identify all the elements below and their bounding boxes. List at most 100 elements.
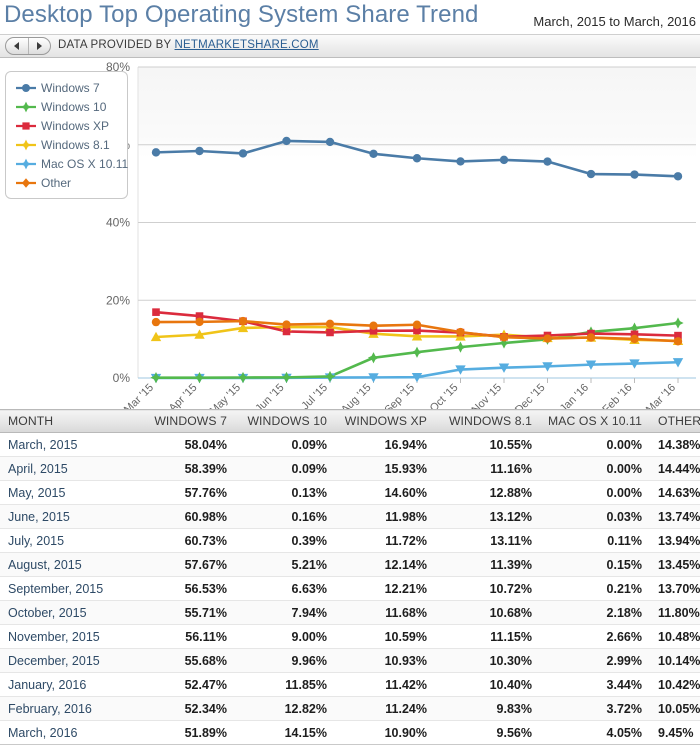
data-point[interactable] [630, 170, 639, 179]
data-point[interactable] [326, 328, 334, 337]
data-point[interactable] [152, 308, 160, 316]
cell-value: 11.80% [650, 600, 700, 625]
data-point[interactable] [238, 316, 248, 326]
netmarketshare-link[interactable]: NETMARKETSHARE.COM [175, 39, 319, 51]
data-point[interactable] [282, 320, 291, 329]
legend-item-windows-10[interactable]: Windows 10 [6, 97, 127, 116]
column-header-windows-xp[interactable]: WINDOWS XP [335, 409, 435, 433]
table-row[interactable]: May, 2015 57.76% 0.13% 14.60% 12.88% 0.00% 14.… [0, 480, 700, 505]
data-point[interactable] [673, 172, 683, 181]
legend-item-windows-7[interactable]: Windows 7 [6, 78, 127, 97]
data-point[interactable] [280, 371, 293, 383]
data-point[interactable] [456, 327, 465, 337]
data-point[interactable] [412, 154, 422, 163]
cell-value: 11.42% [335, 672, 435, 697]
data-point[interactable] [456, 157, 465, 166]
cell-value: 3.72% [540, 696, 650, 721]
page-title: Desktop Top Operating System Share Trend [4, 1, 479, 28]
x-axis-tick-label: Jul '15 [299, 382, 330, 409]
cell-value: 4.05% [540, 720, 650, 745]
table-row[interactable]: March, 2015 58.04% 0.09% 16.94% 10.55% 0.00% 1… [0, 432, 700, 457]
column-header-windows-7[interactable]: WINDOWS 7 [145, 409, 235, 433]
cell-value: 13.94% [650, 528, 700, 553]
data-source-toolbar: DATA PROVIDED BY NETMARKETSHARE.COM [0, 34, 700, 58]
data-point[interactable] [324, 370, 336, 383]
table-row[interactable]: July, 2015 60.73% 0.39% 11.72% 13.11% 0.11% 13… [0, 528, 700, 553]
table-row[interactable]: February, 2016 52.34% 12.82% 11.24% 9.83% 3.7… [0, 696, 700, 721]
x-axis-tick-label: Sep '15 [382, 382, 417, 409]
data-point[interactable] [543, 157, 552, 166]
cell-value: 13.12% [435, 504, 540, 529]
data-point[interactable] [193, 372, 206, 384]
share-data-table: MONTH WINDOWS 7 WINDOWS 10 WINDOWS XP WI… [0, 409, 700, 745]
cell-value: 14.63% [650, 480, 700, 505]
data-point[interactable] [325, 319, 335, 329]
legend-item-other[interactable]: Other [6, 173, 127, 192]
cell-value: 0.21% [540, 576, 650, 601]
cell-value: 57.67% [145, 552, 235, 577]
cell-value: 0.15% [540, 552, 650, 577]
data-point[interactable] [151, 148, 161, 157]
data-point[interactable] [673, 337, 683, 346]
cell-value: 10.05% [650, 696, 700, 721]
next-button[interactable] [29, 38, 51, 54]
table-row[interactable]: October, 2015 55.71% 7.94% 11.68% 10.68% 2.18… [0, 600, 700, 625]
cell-value: 56.11% [145, 624, 235, 649]
data-point[interactable] [367, 352, 380, 364]
cell-value: 10.48% [650, 624, 700, 649]
data-point[interactable] [151, 317, 161, 327]
table-row[interactable]: April, 2015 58.39% 0.09% 15.93% 11.16% 0.00% 1… [0, 456, 700, 481]
data-point[interactable] [369, 321, 378, 330]
table-row[interactable]: March, 2016 51.89% 14.15% 10.90% 9.56% 4.05% 9… [0, 720, 700, 745]
data-point[interactable] [411, 346, 423, 358]
table-row[interactable]: November, 2015 56.11% 9.00% 10.59% 11.15% 2.6… [0, 624, 700, 649]
column-header-mac-os-x-1011[interactable]: MAC OS X 10.11 [540, 409, 650, 433]
table-row[interactable]: January, 2016 52.47% 11.85% 11.42% 10.40% 3.4… [0, 672, 700, 697]
table-row[interactable]: August, 2015 57.67% 5.21% 12.14% 11.39% 0.15%… [0, 552, 700, 577]
legend-item-windows-81[interactable]: Windows 8.1 [6, 135, 127, 154]
legend-label-windows-7: Windows 7 [41, 80, 100, 95]
x-axis-tick-label: Jun '15 [253, 382, 286, 409]
data-point[interactable] [325, 137, 335, 147]
data-point[interactable] [412, 320, 422, 329]
data-point[interactable] [150, 372, 162, 384]
chart-container: 0%20%40%60%80%Mar '15Apr '15May '15Jun '… [0, 58, 700, 409]
data-provider-text: DATA PROVIDED BY NETMARKETSHARE.COM [58, 39, 319, 51]
data-point[interactable] [454, 341, 467, 353]
cell-value: 10.42% [650, 672, 700, 697]
data-point[interactable] [499, 333, 509, 342]
cell-month: December, 2015 [0, 648, 145, 673]
data-point[interactable] [237, 371, 249, 384]
cell-value: 9.83% [435, 696, 540, 721]
table-row[interactable]: June, 2015 60.98% 0.16% 11.98% 13.12% 0.03% 13… [0, 504, 700, 529]
cell-value: 2.99% [540, 648, 650, 673]
column-header-windows-10[interactable]: WINDOWS 10 [235, 409, 335, 433]
data-point[interactable] [238, 149, 248, 158]
legend-item-windows-xp[interactable]: Windows XP [6, 116, 127, 135]
data-point[interactable] [630, 334, 639, 344]
column-header-other[interactable]: OTHER [650, 409, 700, 433]
column-header-month[interactable]: MONTH [0, 409, 145, 433]
table-row[interactable]: December, 2015 55.68% 9.96% 10.93% 10.30% 2.9… [0, 648, 700, 673]
table-body: March, 2015 58.04% 0.09% 16.94% 10.55% 0.00% 1… [0, 432, 700, 745]
cell-value: 15.93% [335, 456, 435, 481]
column-header-windows-81[interactable]: WINDOWS 8.1 [435, 409, 540, 433]
table-row[interactable]: September, 2015 56.53% 6.63% 12.21% 10.72% 0.… [0, 576, 700, 601]
data-point[interactable] [586, 169, 596, 179]
data-point[interactable] [369, 149, 378, 159]
data-point[interactable] [499, 155, 509, 165]
previous-button[interactable] [6, 38, 29, 54]
cell-value: 58.04% [145, 432, 235, 457]
data-point[interactable] [543, 334, 552, 343]
cell-value: 0.13% [235, 480, 335, 505]
cell-month: March, 2016 [0, 720, 145, 745]
data-point[interactable] [195, 317, 204, 327]
data-point[interactable] [195, 146, 204, 156]
legend-item-mac-os-x-1011[interactable]: Mac OS X 10.11 [6, 154, 129, 173]
legend-label-mac-os-x-1011: Mac OS X 10.11 [41, 156, 129, 171]
data-point[interactable] [586, 333, 596, 342]
data-point[interactable] [282, 136, 291, 146]
cell-month: January, 2016 [0, 672, 145, 697]
cell-value: 58.39% [145, 456, 235, 481]
data-point[interactable] [672, 317, 684, 329]
